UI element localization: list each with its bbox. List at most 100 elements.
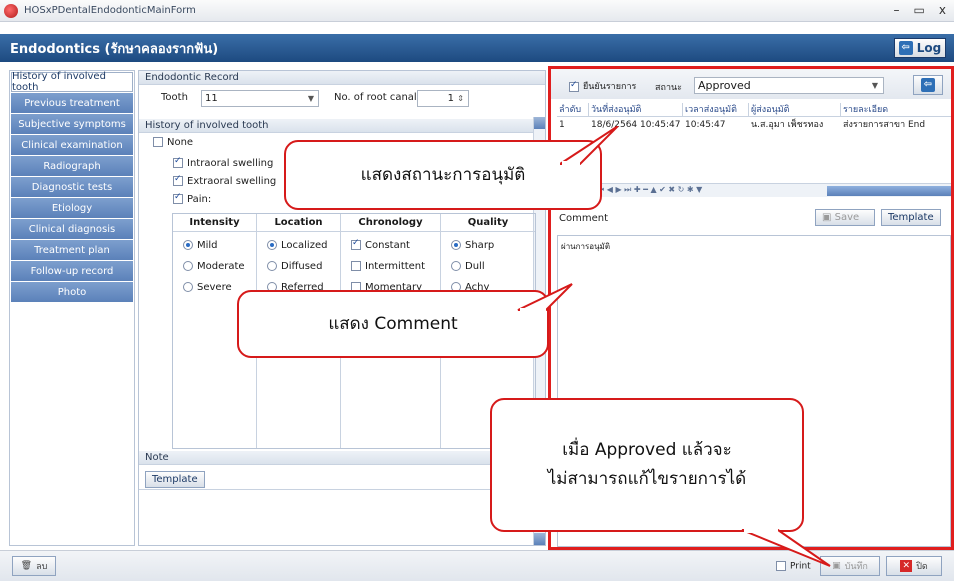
status-select[interactable]: Approved ▼ — [694, 77, 884, 94]
location-localized-radio[interactable]: Localized — [267, 240, 327, 251]
close-icon: ✕ — [900, 560, 913, 572]
minimize-icon[interactable]: – — [894, 3, 900, 17]
quality-sharp-radio[interactable]: Sharp — [451, 240, 494, 251]
intraoral-checkbox[interactable]: Intraoral swelling — [173, 156, 273, 169]
app-icon — [4, 3, 18, 18]
radio-icon — [451, 261, 461, 271]
delete-label: ลบ — [36, 562, 48, 572]
pain-label: Pain: — [187, 194, 212, 205]
note-template-button[interactable]: Template — [145, 471, 205, 488]
save-label: บันทึก — [844, 562, 868, 572]
callout-approved-pointer — [741, 529, 831, 567]
sidebar-item-label: Etiology — [51, 202, 93, 214]
sidebar-item-diagnostic-tests[interactable]: Diagnostic tests — [11, 177, 133, 197]
table-cell: ส่งรายการสาขา End — [843, 120, 926, 130]
scroll-down-icon[interactable] — [534, 533, 545, 545]
sidebar-item-follow-up-record[interactable]: Follow-up record — [11, 261, 133, 281]
stepper-icon[interactable]: ⇕ — [457, 91, 464, 106]
tooth-select[interactable]: 11 ▼ — [201, 90, 319, 107]
sidebar-item-radiograph[interactable]: Radiograph — [11, 156, 133, 176]
sidebar-item-photo[interactable]: Photo — [11, 282, 133, 302]
horizontal-scrollbar[interactable] — [827, 186, 951, 196]
log-button[interactable]: ⇦ Log — [894, 38, 946, 58]
note-section-title: Note — [139, 451, 535, 465]
navigator-icons[interactable]: ⏮ ◀ ▶ ⏭ ✚ ━ ▲ ✔ ✖ ↻ ✱ ▼ — [597, 185, 702, 195]
comment-text: ผ่านการอนุมัติ — [561, 242, 611, 251]
sidebar-item-clinical-examination[interactable]: Clinical examination — [11, 135, 133, 155]
sidebar-item-label: Clinical diagnosis — [28, 223, 116, 235]
panel-exit-button[interactable]: ⇦ — [913, 75, 943, 95]
exit-arrow-icon: ⇦ — [921, 78, 935, 92]
confirm-checkbox[interactable]: ยืนยันรายการ — [569, 79, 636, 93]
callout-status-text: แสดงสถานะการอนุมัติ — [360, 164, 526, 185]
window-controls: – ▭ x — [894, 3, 946, 17]
close-button[interactable]: ✕ ปิด — [886, 556, 942, 576]
chronology-intermittent-checkbox[interactable]: Intermittent — [351, 261, 425, 272]
option-label: Sharp — [465, 240, 495, 251]
sidebar-nav: History of involved tooth Previous treat… — [9, 70, 135, 546]
maximize-icon[interactable]: ▭ — [914, 3, 925, 17]
quality-header: Quality — [441, 214, 535, 232]
root-canal-stepper[interactable]: 1 ⇕ — [417, 90, 469, 107]
trash-icon: 🗑 — [20, 561, 33, 571]
checkbox-icon — [351, 261, 361, 271]
sidebar-item-label: Photo — [57, 286, 87, 298]
option-label: Mild — [197, 240, 218, 251]
sidebar-item-history[interactable]: History of involved tooth — [11, 71, 133, 93]
table-cell: 10:45:47 — [685, 120, 726, 130]
callout-comment-text: แสดง Comment — [328, 313, 458, 334]
none-checkbox[interactable]: None — [153, 137, 193, 148]
comment-save-button[interactable]: ▣ Save — [815, 209, 875, 226]
col-header: วันที่ส่งอนุมัติ — [589, 103, 683, 117]
form-title: Endodontics (รักษาคลองรากฟัน) — [10, 41, 219, 57]
extraoral-label: Extraoral swelling — [187, 176, 277, 187]
option-label: Moderate — [197, 261, 245, 272]
location-diffused-radio[interactable]: Diffused — [267, 261, 322, 272]
scroll-up-icon[interactable] — [534, 117, 545, 129]
sidebar-item-label: Subjective symptoms — [18, 118, 126, 130]
callout-approved: เมื่อ Approved แล้วจะ ไม่สามารถแก้ไขรายก… — [490, 398, 804, 532]
callout-comment-pointer — [517, 283, 573, 312]
radio-icon — [183, 261, 193, 271]
save-icon: ▣ — [822, 212, 835, 223]
chevron-down-icon: ▼ — [871, 81, 878, 90]
option-label: Dull — [465, 261, 485, 272]
comment-template-button[interactable]: Template — [881, 209, 941, 226]
intensity-severe-radio[interactable]: Severe — [183, 282, 232, 293]
checkbox-checked-icon — [351, 238, 361, 250]
pain-checkbox[interactable]: Pain: — [173, 192, 212, 205]
chevron-down-icon: ▼ — [307, 94, 314, 103]
sidebar-item-subjective-symptoms[interactable]: Subjective symptoms — [11, 114, 133, 134]
option-label: Localized — [281, 240, 328, 251]
close-label: ปิด — [916, 562, 928, 572]
radio-icon — [183, 282, 193, 292]
callout-approved-line1: เมื่อ Approved แล้วจะ — [562, 440, 732, 461]
extraoral-checkbox[interactable]: Extraoral swelling — [173, 174, 277, 187]
delete-button[interactable]: 🗑 ลบ — [12, 556, 56, 576]
callout-comment: แสดง Comment — [237, 290, 549, 358]
sidebar-item-previous-treatment[interactable]: Previous treatment — [11, 93, 133, 113]
intensity-moderate-radio[interactable]: Moderate — [183, 261, 245, 272]
chronology-constant-checkbox[interactable]: Constant — [351, 238, 410, 251]
sidebar-item-clinical-diagnosis[interactable]: Clinical diagnosis — [11, 219, 133, 239]
checkbox-checked-icon — [173, 174, 183, 186]
sidebar-item-etiology[interactable]: Etiology — [11, 198, 133, 218]
sidebar-item-label: Previous treatment — [24, 97, 120, 109]
log-label: Log — [916, 41, 942, 55]
status-label: สถานะ — [655, 83, 682, 93]
intensity-mild-radio[interactable]: Mild — [183, 240, 218, 251]
note-textarea[interactable] — [139, 489, 535, 545]
close-window-icon[interactable]: x — [939, 3, 946, 17]
save-label: Save — [834, 212, 860, 223]
callout-approved-line2: ไม่สามารถแก้ไขรายการได้ — [547, 469, 747, 489]
confirm-label: ยืนยันรายการ — [583, 82, 637, 92]
radio-checked-icon — [451, 240, 461, 250]
location-header: Location — [257, 214, 340, 232]
comment-title: Comment — [559, 213, 608, 224]
sidebar-item-treatment-plan[interactable]: Treatment plan — [11, 240, 133, 260]
quality-dull-radio[interactable]: Dull — [451, 261, 485, 272]
option-label: Constant — [365, 240, 410, 251]
status-value: Approved — [698, 79, 751, 92]
option-label: Severe — [197, 282, 232, 293]
window-title: HOSxPDentalEndodonticMainForm — [24, 5, 196, 16]
